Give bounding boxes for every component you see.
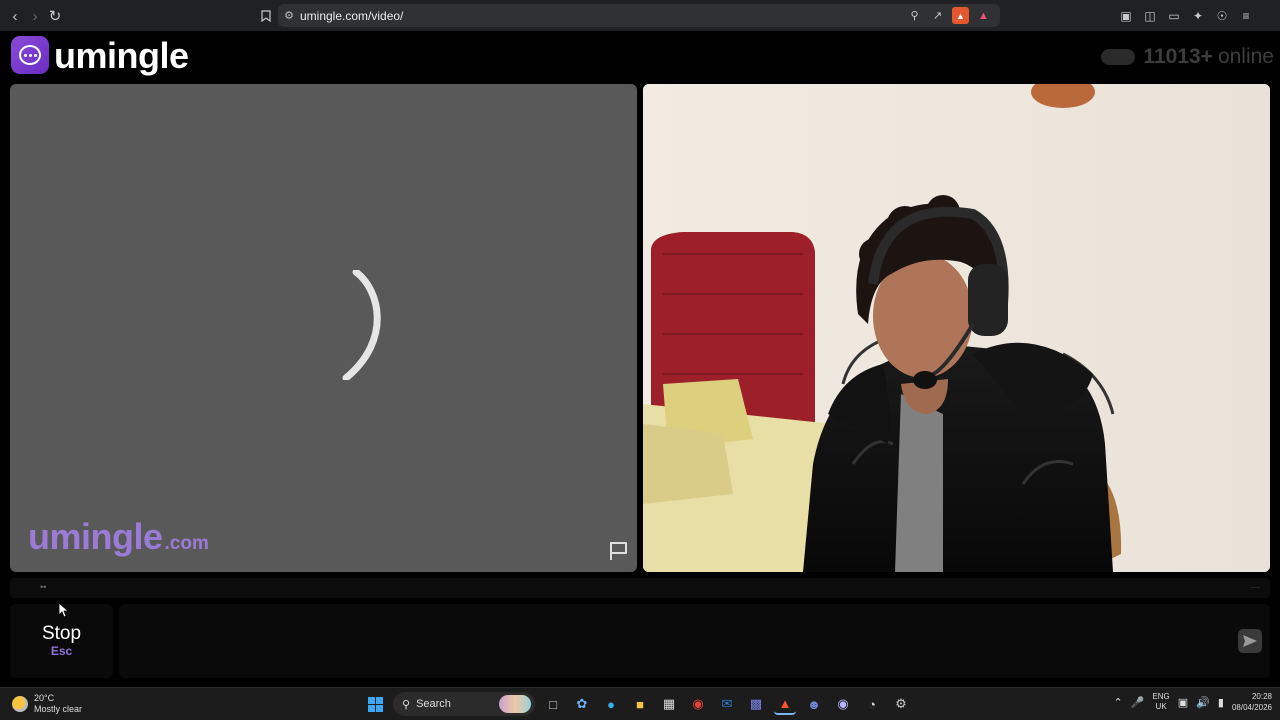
spinner-icon — [342, 270, 381, 380]
windows-taskbar: 20°C Mostly clear ⚲ Search □ ✿ ● ■ ▦ ◉ ✉… — [0, 687, 1280, 720]
stop-button-shortcut: Esc — [50, 644, 73, 659]
logo-chat-icon[interactable] — [11, 36, 49, 74]
clock-date: 08/04/2026 — [1231, 703, 1272, 712]
flag-icon[interactable] — [608, 540, 630, 562]
online-label: online — [1217, 45, 1274, 68]
copilot-icon[interactable]: ✿ — [571, 693, 593, 715]
input-language[interactable]: ENG UK — [1152, 692, 1169, 712]
weather-moon-icon — [12, 696, 28, 712]
lang-line-1: ENG — [1152, 692, 1170, 701]
stop-button-label: Stop — [41, 622, 82, 644]
chat-status-strip: •• — — [10, 578, 1270, 598]
brave-shields-icon[interactable]: ▲ — [952, 7, 969, 24]
taskbar-search-label: Search — [416, 698, 451, 710]
edge-icon[interactable]: ● — [600, 693, 622, 715]
outlook-icon[interactable]: ✉ — [716, 693, 738, 715]
chat-status-indicator: •• — [40, 582, 47, 592]
system-clock[interactable]: 20:28 08/04/2026 — [1232, 691, 1272, 713]
microphone-icon[interactable]: 🎤 — [1131, 696, 1145, 709]
tray-overflow-icon[interactable]: ⌃ — [1114, 696, 1123, 709]
sidebar-icon[interactable]: ◫ — [1140, 6, 1160, 26]
weather-description: Mostly clear — [34, 704, 83, 714]
discord-icon[interactable]: ☻ — [803, 693, 825, 715]
send-icon[interactable] — [1238, 629, 1262, 653]
brave-browser-icon[interactable]: ▲ — [774, 693, 796, 715]
logo-text[interactable]: umingle — [54, 35, 189, 77]
search-highlight-icon — [499, 695, 531, 713]
site-header: umingle 11013+ online — [0, 31, 1280, 83]
settings-gear-icon[interactable]: ⚙ — [890, 693, 912, 715]
weather-widget[interactable]: 20°C Mostly clear — [12, 693, 82, 715]
reload-icon[interactable]: ↻ — [45, 6, 65, 26]
site-info-icon[interactable]: ⚙ — [278, 9, 300, 22]
mouse-cursor-icon — [58, 602, 68, 618]
brave-rewards-icon[interactable]: ▲ — [975, 7, 992, 24]
watermark-main: umingle — [28, 516, 163, 557]
network-icon[interactable]: ▣ — [1178, 696, 1188, 709]
file-explorer-icon[interactable]: ■ — [629, 693, 651, 715]
task-view-icon[interactable]: □ — [542, 693, 564, 715]
taskbar-search[interactable]: ⚲ Search — [393, 692, 535, 716]
volume-icon[interactable]: 🔊 — [1196, 696, 1210, 709]
online-toggle[interactable] — [1101, 49, 1136, 65]
bookmark-icon[interactable] — [256, 6, 276, 26]
weather-temperature: 20°C — [34, 693, 55, 703]
address-bar[interactable]: ⚙ umingle.com/video/ ⚲ ↗ ▲ ▲ — [278, 4, 1000, 27]
search-icon: ⚲ — [402, 698, 411, 711]
self-webcam-video — [643, 84, 1270, 572]
teams-icon[interactable]: ▩ — [745, 693, 767, 715]
obs-icon[interactable]: ◉ — [832, 693, 854, 715]
stranger-video-panel: umingle .com — [10, 84, 637, 572]
site-watermark: umingle .com — [28, 516, 209, 558]
back-arrow-icon[interactable]: ‹ — [5, 6, 25, 26]
url-text: umingle.com/video/ — [300, 8, 404, 23]
extensions-icon[interactable]: ▣ — [1116, 6, 1136, 26]
browser-toolbar: ‹ › ↻ ⚙ umingle.com/video/ ⚲ ↗ ▲ ▲ ▣ ◫ ▭… — [0, 0, 1280, 31]
vpn-icon[interactable]: ☉ — [1212, 6, 1232, 26]
lang-line-2: UK — [1155, 702, 1167, 711]
webcam-image — [643, 84, 1270, 572]
chrome-icon[interactable]: ◉ — [687, 693, 709, 715]
battery-icon[interactable]: ▮ — [1218, 696, 1224, 709]
leo-ai-icon[interactable]: ✦ — [1188, 6, 1208, 26]
chat-message-input[interactable] — [119, 604, 1270, 678]
forward-arrow-icon[interactable]: › — [25, 6, 45, 26]
clock-time: 20:28 — [1251, 692, 1272, 701]
chat-status-right: — — [1251, 582, 1260, 592]
wallet-icon[interactable]: ▭ — [1164, 6, 1184, 26]
microsoft-store-icon[interactable]: ▦ — [658, 693, 680, 715]
recording-app-icon[interactable]: ◔ — [861, 693, 883, 715]
watermark-tld: .com — [164, 533, 209, 554]
menu-icon[interactable]: ≡ — [1236, 6, 1256, 26]
windows-start-icon[interactable] — [364, 693, 386, 715]
online-indicator: 11013+ online — [1101, 45, 1274, 69]
online-count: 11013+ — [1143, 45, 1213, 68]
zoom-icon[interactable]: ⚲ — [906, 7, 923, 24]
share-icon[interactable]: ↗ — [929, 7, 946, 24]
